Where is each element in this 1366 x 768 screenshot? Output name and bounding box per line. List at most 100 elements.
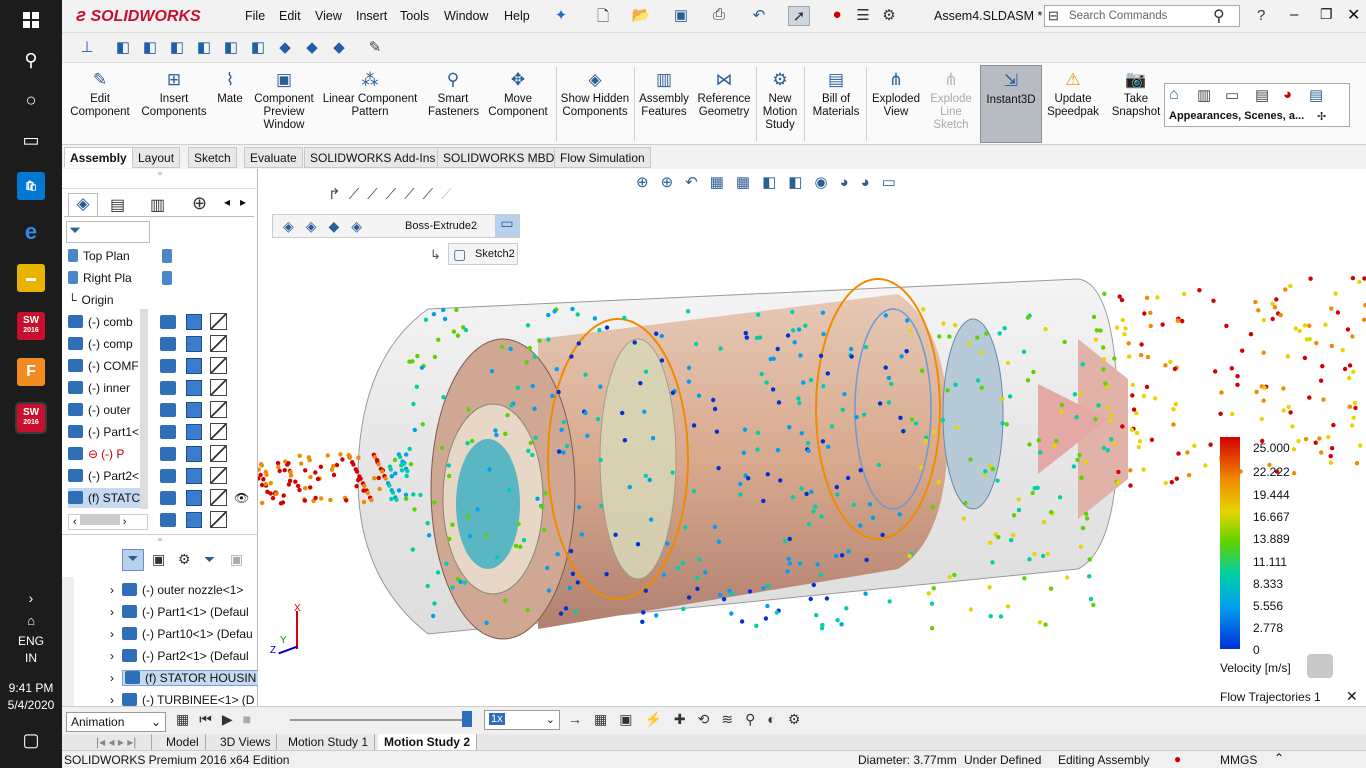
jet-engine-model[interactable] bbox=[258, 249, 1366, 706]
tree-item-comp[interactable]: (-) comp bbox=[68, 334, 148, 354]
pushpin-icon[interactable]: ⊥ bbox=[76, 37, 98, 59]
display-state-icon[interactable] bbox=[186, 424, 202, 440]
tree-item-part2[interactable]: (-) Part2< bbox=[68, 466, 148, 486]
edit-component-button[interactable]: ✎ Edit Component bbox=[68, 65, 132, 119]
study-type-select[interactable]: Animation ⌄ bbox=[66, 712, 166, 732]
playback-slider[interactable] bbox=[290, 719, 470, 721]
store-icon[interactable]: 🛍 bbox=[17, 172, 45, 200]
appearances-panel[interactable]: ⌂ ▥ ▭ ▤ ◕ ▤ Appearances, Scenes, a... ✢ bbox=[1164, 83, 1350, 127]
line-icon-5[interactable]: ⟋ bbox=[423, 186, 442, 203]
component-preview-button[interactable]: ▣ Component Preview Window bbox=[250, 65, 318, 132]
view-orientation-icon[interactable]: ◧ bbox=[762, 174, 788, 191]
take-snapshot-button[interactable]: 📷 Take Snapshot bbox=[1106, 65, 1166, 119]
hide-show-icon[interactable]: ◉ bbox=[814, 174, 839, 191]
line-icon-2[interactable]: ⟋ bbox=[367, 186, 386, 203]
breadcrumb-icons[interactable]: ◈◈◆◈ bbox=[283, 218, 374, 235]
appearance-state-icon[interactable] bbox=[210, 445, 227, 462]
tab-scroll-icons[interactable]: |◂ ◂ ▸ ▸| bbox=[90, 734, 152, 750]
eye-icon[interactable]: 👁 bbox=[234, 491, 249, 505]
solidworks-active-icon[interactable]: SW 2016 bbox=[15, 402, 47, 434]
file-explorer-icon[interactable]: ▬ bbox=[17, 264, 45, 292]
edit-appearance-icon[interactable]: ◕ bbox=[840, 174, 861, 191]
autokey-icon[interactable]: ⚡ bbox=[644, 711, 673, 727]
display-state-icon[interactable] bbox=[186, 380, 202, 396]
appearance-state-icon[interactable] bbox=[210, 357, 227, 374]
select-icon[interactable]: ➚ bbox=[788, 6, 810, 26]
print-icon[interactable]: ⎙ bbox=[708, 6, 730, 26]
calculate-icon[interactable]: ▦ bbox=[176, 711, 199, 727]
search-scope-icon[interactable]: ⊟ bbox=[1048, 8, 1059, 24]
horizontal-scroll[interactable]: ‹ › bbox=[68, 514, 148, 530]
part-state-icon[interactable] bbox=[160, 513, 176, 527]
section-view-icon[interactable]: ▦ bbox=[710, 174, 736, 191]
menu-help[interactable]: Help bbox=[504, 9, 530, 23]
tab-mbd[interactable]: SOLIDWORKS MBD bbox=[437, 147, 561, 168]
tab-assembly[interactable]: Assembly bbox=[64, 147, 133, 168]
previous-view-icon[interactable]: ↶ bbox=[685, 174, 710, 191]
animation-wizard-icon[interactable]: ▣ bbox=[619, 711, 644, 727]
exploded-view-button[interactable]: ⋔ Exploded View bbox=[868, 65, 924, 119]
graphics-area[interactable]: ⊕⊕↶▦▦◧◧◉◕◕▭ ◂▸–❐✕ ↱⟋⟋⟋⟋⟋⟋ ◈◈◆◈ Boss-Extr… bbox=[258, 169, 1366, 706]
close-icon[interactable]: ✕ bbox=[1347, 5, 1360, 25]
sketch-tool-icon[interactable]: ↱ bbox=[328, 186, 349, 203]
linear-pattern-button[interactable]: ⁂ Linear Component Pattern bbox=[320, 65, 420, 119]
appearance-state-icon[interactable] bbox=[210, 467, 227, 484]
filter-disabled-icon[interactable]: ▣ bbox=[230, 551, 243, 568]
brush-icon[interactable]: ✎ bbox=[364, 37, 386, 59]
dimxpert-tab-icon[interactable]: ⊕ bbox=[192, 193, 207, 214]
playback-mode-icon[interactable]: → bbox=[568, 711, 594, 727]
lower-splitter[interactable]: ° bbox=[62, 534, 258, 549]
part-state-icon[interactable] bbox=[160, 425, 176, 439]
assembly-features-button[interactable]: ▥ Assembly Features bbox=[636, 65, 692, 119]
cube-icon-6[interactable]: ◧ bbox=[247, 37, 269, 59]
filter-icon[interactable]: ⏷ bbox=[66, 221, 150, 243]
gravity-icon[interactable]: ◐ bbox=[767, 711, 787, 727]
task-view-icon[interactable]: ▭ bbox=[11, 122, 51, 158]
tree-scrollbar[interactable] bbox=[140, 309, 148, 509]
smart-fasteners-button[interactable]: ⚲ Smart Fasteners bbox=[428, 65, 479, 119]
zoom-fit-icon[interactable]: ⊕ bbox=[636, 174, 661, 191]
display-state-icon[interactable] bbox=[186, 468, 202, 484]
tree-item-comb[interactable]: (-) comb bbox=[68, 312, 148, 332]
new-doc-icon[interactable]: 🗋 bbox=[592, 6, 614, 26]
pin-icon[interactable]: ✢ bbox=[1317, 110, 1326, 123]
lower-tree-row[interactable]: › (-) Part10<1> (Defau bbox=[110, 624, 270, 644]
breadcrumb[interactable]: ◈◈◆◈ Boss-Extrude2 ▭ bbox=[272, 214, 520, 238]
chevron-up-icon[interactable]: ⌃ bbox=[1274, 751, 1284, 765]
appearance-state-icon[interactable] bbox=[210, 313, 227, 330]
menu-view[interactable]: View bbox=[315, 9, 342, 23]
menu-tools[interactable]: Tools bbox=[400, 9, 429, 23]
part-state-icon[interactable] bbox=[160, 491, 176, 505]
tree-item-error-part[interactable]: ⊖ (-) P bbox=[68, 444, 148, 464]
lower-tree-row[interactable]: › (-) outer nozzle<1> bbox=[110, 580, 270, 600]
tab-motion-study-2[interactable]: Motion Study 2 bbox=[378, 734, 477, 750]
tab-evaluate[interactable]: Evaluate bbox=[244, 147, 303, 168]
panel-splitter[interactable]: ° bbox=[62, 169, 258, 189]
folder-icon[interactable]: ▭ bbox=[1225, 86, 1239, 104]
open-icon[interactable]: 📂 bbox=[630, 6, 652, 26]
cube-icon-8[interactable]: ◆ bbox=[301, 37, 323, 59]
breadcrumb-feature[interactable]: Boss-Extrude2 bbox=[405, 220, 477, 232]
part-state-icon[interactable] bbox=[160, 359, 176, 373]
clock-date[interactable]: 5/4/2020 bbox=[0, 698, 62, 712]
appearance-ball-icon[interactable]: ◕ bbox=[1283, 86, 1292, 103]
save-animation-icon[interactable]: ▦ bbox=[594, 711, 619, 727]
options-gear-icon[interactable]: ⚙ bbox=[878, 6, 900, 26]
motor-icon[interactable]: ⟲ bbox=[698, 711, 722, 727]
tree-item-origin[interactable]: └ Origin bbox=[68, 290, 148, 310]
tab-3d-views[interactable]: 3D Views bbox=[214, 734, 278, 750]
menu-file[interactable]: File bbox=[245, 9, 265, 23]
language-indicator[interactable]: ENG bbox=[0, 634, 62, 648]
appearance-state-icon[interactable] bbox=[210, 379, 227, 396]
new-motion-study-button[interactable]: ⚙ New Motion Study bbox=[758, 65, 802, 132]
scene-icon[interactable]: ◕ bbox=[861, 174, 882, 191]
search-commands-box[interactable]: ⊟ Search Commands ⚲ bbox=[1044, 5, 1240, 27]
appearance-state-icon[interactable] bbox=[210, 489, 227, 506]
expand-icon[interactable]: › bbox=[110, 583, 114, 597]
lower-tree-row[interactable]: › (-) Part1<1> (Defaul bbox=[110, 602, 270, 622]
instant3d-button[interactable]: ⇲ Instant3D bbox=[980, 65, 1042, 143]
appearance-state-icon[interactable] bbox=[210, 511, 227, 528]
filter-mates-icon[interactable]: ⏷ bbox=[204, 551, 215, 568]
region-indicator[interactable]: IN bbox=[0, 651, 62, 665]
appearance-state-icon[interactable] bbox=[210, 335, 227, 352]
